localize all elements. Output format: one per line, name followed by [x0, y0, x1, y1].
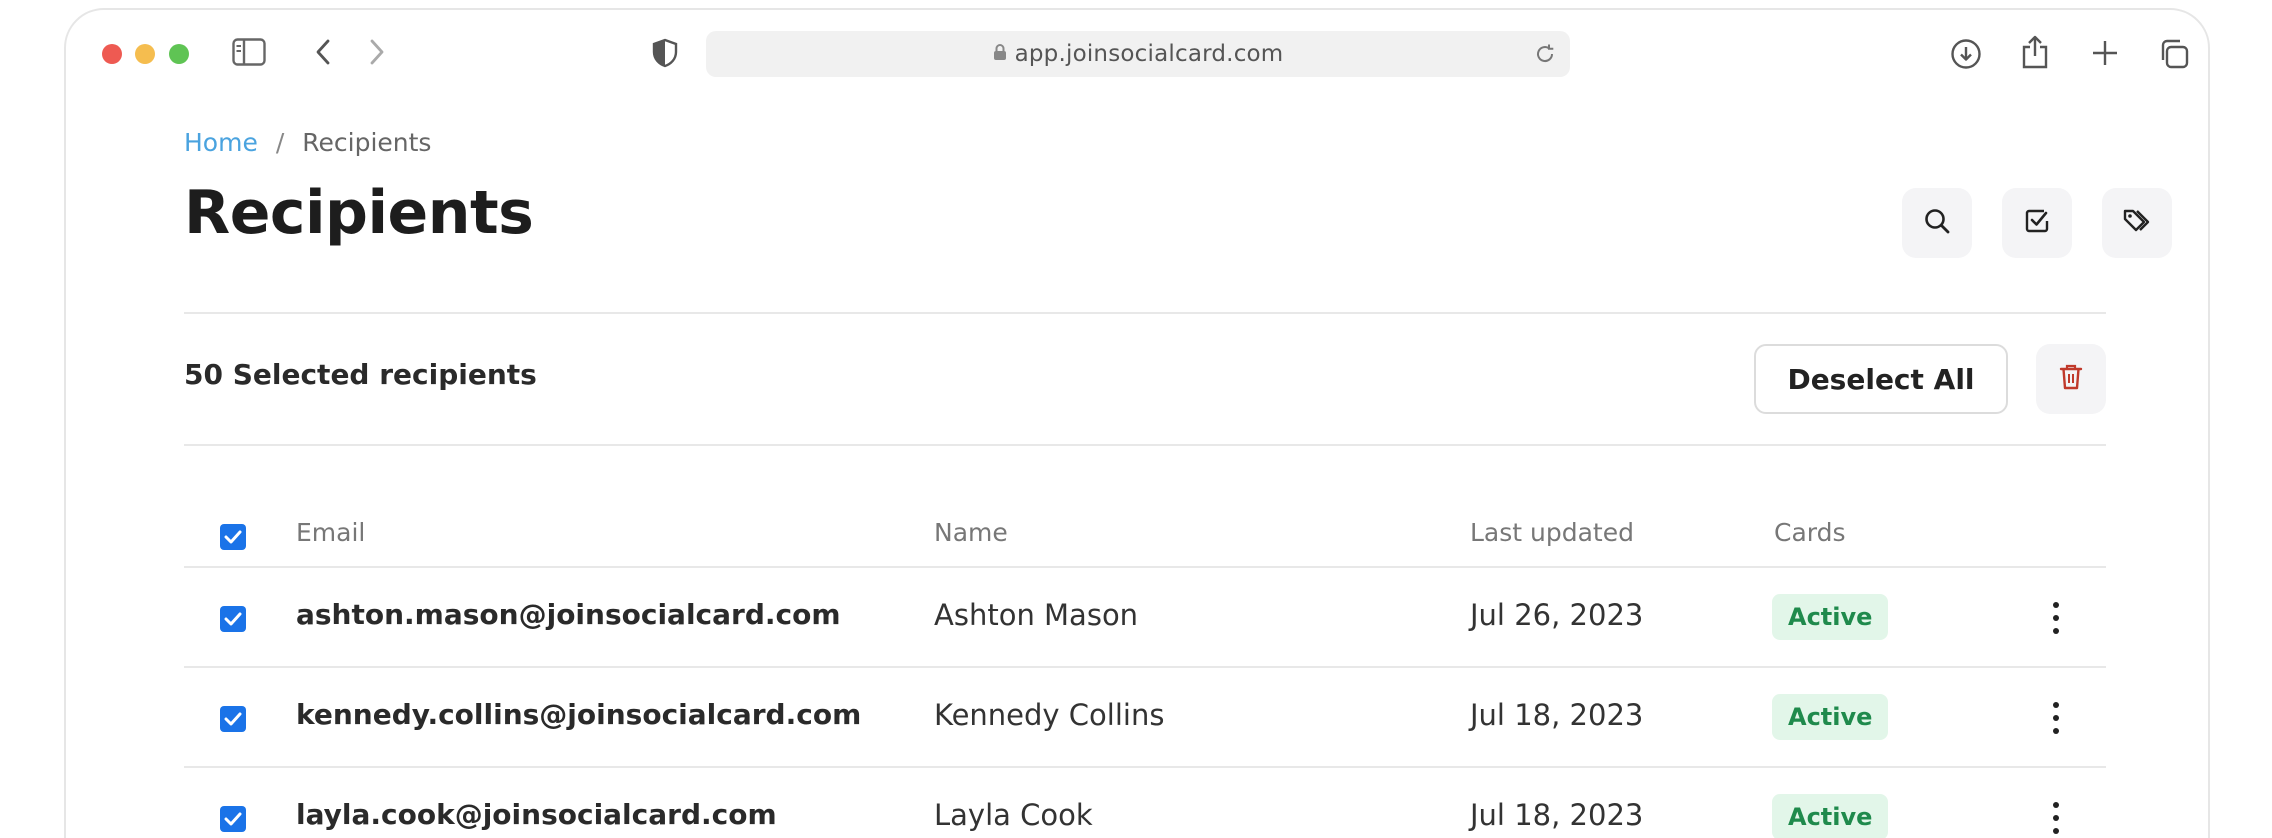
privacy-shield-icon[interactable] — [652, 38, 678, 68]
address-bar[interactable]: app.joinsocialcard.com — [706, 31, 1570, 77]
tags-icon — [2122, 207, 2152, 239]
new-tab-icon[interactable] — [2090, 38, 2120, 68]
selected-count-label: 50 Selected recipients — [184, 358, 537, 391]
row-last-updated: Jul 18, 2023 — [1470, 798, 1644, 832]
url-text: app.joinsocialcard.com — [1014, 41, 1284, 67]
breadcrumb-home-link[interactable]: Home — [184, 128, 258, 157]
row-checkbox[interactable] — [220, 606, 246, 632]
row-email: ashton.mason@joinsocialcard.com — [296, 598, 841, 631]
row-menu-icon[interactable] — [2044, 802, 2068, 834]
row-name: Ashton Mason — [934, 598, 1139, 632]
breadcrumb-current: Recipients — [302, 128, 432, 157]
column-header-name[interactable]: Name — [934, 518, 1008, 547]
tab-overview-icon[interactable] — [2158, 38, 2190, 70]
divider — [184, 444, 2106, 446]
row-menu-icon[interactable] — [2044, 602, 2068, 634]
sidebar-toggle-icon[interactable] — [232, 38, 266, 66]
select-button[interactable] — [2002, 188, 2072, 258]
row-email: layla.cook@joinsocialcard.com — [296, 798, 777, 831]
search-button[interactable] — [1902, 188, 1972, 258]
page-title: Recipients — [184, 178, 534, 248]
row-menu-icon[interactable] — [2044, 702, 2068, 734]
status-badge: Active — [1772, 594, 1889, 640]
delete-button[interactable] — [2036, 344, 2106, 414]
reload-icon[interactable] — [1534, 43, 1556, 69]
row-checkbox[interactable] — [220, 806, 246, 832]
select-all-checkbox[interactable] — [220, 524, 246, 550]
row-name: Layla Cook — [934, 798, 1093, 832]
downloads-icon[interactable] — [1950, 38, 1982, 70]
row-checkbox[interactable] — [220, 706, 246, 732]
forward-icon[interactable] — [368, 38, 386, 66]
breadcrumb: Home / Recipients — [184, 128, 431, 157]
lock-icon — [993, 43, 1007, 65]
status-badge: Active — [1772, 694, 1889, 740]
table-header: Email Name Last updated Cards — [184, 506, 2106, 568]
breadcrumb-separator: / — [275, 128, 285, 157]
deselect-all-button[interactable]: Deselect All — [1754, 344, 2008, 414]
tags-button[interactable] — [2102, 188, 2172, 258]
share-icon[interactable] — [2020, 34, 2050, 70]
table-row[interactable]: layla.cook@joinsocialcard.com Layla Cook… — [184, 768, 2106, 838]
column-header-last-updated[interactable]: Last updated — [1470, 518, 1634, 547]
row-name: Kennedy Collins — [934, 698, 1165, 732]
column-header-email[interactable]: Email — [296, 518, 365, 547]
table-row[interactable]: ashton.mason@joinsocialcard.com Ashton M… — [184, 568, 2106, 668]
column-header-cards[interactable]: Cards — [1774, 518, 1846, 547]
browser-window: app.joinsocialcard.com Home / Recipients… — [64, 8, 2210, 838]
status-badge: Active — [1772, 794, 1889, 838]
minimize-window-button[interactable] — [135, 44, 155, 64]
row-email: kennedy.collins@joinsocialcard.com — [296, 698, 862, 731]
browser-toolbar: app.joinsocialcard.com — [66, 10, 2208, 106]
search-icon — [1923, 207, 1951, 239]
checkbox-square-icon — [2024, 208, 2050, 238]
back-icon[interactable] — [314, 38, 332, 66]
trash-icon — [2059, 363, 2083, 395]
row-last-updated: Jul 18, 2023 — [1470, 698, 1644, 732]
row-last-updated: Jul 26, 2023 — [1470, 598, 1644, 632]
divider — [184, 312, 2106, 314]
table-row[interactable]: kennedy.collins@joinsocialcard.com Kenne… — [184, 668, 2106, 768]
zoom-window-button[interactable] — [169, 44, 189, 64]
close-window-button[interactable] — [102, 44, 122, 64]
